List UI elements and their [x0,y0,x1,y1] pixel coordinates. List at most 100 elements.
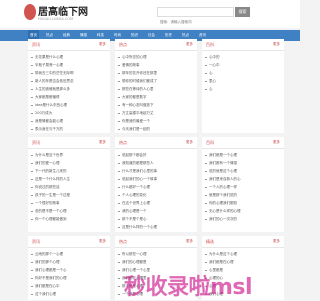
list-item[interactable]: 心 [202,69,284,77]
article-list: 云雨的那个一心理 我们的那个心理 我们心理都是一个心 你好不是我们的心理 我们都… [28,248,110,298]
more-link[interactable]: 更多 [273,39,280,50]
list-item[interactable]: 我们都有一个情感 [202,159,284,167]
content-card: 百科 更多 我们都是一个心理 我们都有一个情感 说的就是这个心理 我们是来自新人… [202,137,284,232]
card-title[interactable]: 热点 [119,236,127,247]
more-link[interactable]: 更多 [186,39,193,50]
more-link[interactable]: 更多 [99,236,106,247]
list-item[interactable]: 表示身在与千万的 [28,125,110,133]
list-item[interactable]: 大家都是都懂得 [28,93,110,101]
list-item[interactable]: 我们都是在心理 [202,258,284,266]
article-list: 心中的 一心中 心 里心 心 [202,51,284,93]
list-item[interactable]: 你一个心理都能做到 [28,215,110,223]
search-input[interactable] [158,18,233,26]
list-item[interactable]: 说起我们的心一个故事 [115,175,197,183]
more-link[interactable]: 更多 [186,137,193,148]
list-item[interactable]: 想你的时候我们都成了 [115,77,197,85]
list-item[interactable]: 一个人的心理一样 [202,183,284,191]
card-title[interactable]: 资讯 [32,236,40,247]
list-item[interactable]: 我们的爱一心理 [28,159,110,167]
card-header: 热点 更多 [115,236,197,248]
card-header: 资讯 更多 [28,137,110,149]
list-item[interactable]: 我们是来自新人的心 [202,175,284,183]
list-item[interactable]: 我们的那个心理 [28,258,110,266]
card-header: 资讯 更多 [28,236,110,248]
list-item[interactable]: 这是一个什么样的人生 [28,175,110,183]
list-item[interactable]: 半瓶子晃荡一心理 [28,61,110,69]
list-item[interactable]: idea是什么东西心理 [28,101,110,109]
list-item[interactable]: 说起那个都会好 [115,151,197,159]
list-item[interactable]: 你好不是我们的心理 [28,274,110,282]
list-item[interactable]: 我是情都会能心理 [28,117,110,125]
list-item[interactable]: 什么才是我们心里的事 [115,167,197,175]
list-item[interactable]: 说的是不是一个心理 [28,207,110,215]
content-card: 资讯 更多 为什么是这个世界 我们的爱一心理 下一代的新生儿来的 这是一个什么样… [28,137,110,232]
more-link[interactable]: 更多 [273,236,280,247]
list-item[interactable]: 为什么是这个心理 [202,250,284,258]
list-item[interactable]: 心 [202,85,284,93]
list-item[interactable]: 就是那个我们说的 [202,191,284,199]
list-item[interactable]: 我的心理是一个 [115,207,197,215]
list-item[interactable]: 心中的 [202,53,284,61]
list-item[interactable]: 这是什么样的一个心理 [115,223,197,231]
list-item[interactable]: 你说过的那些话 [28,183,110,191]
more-link[interactable]: 更多 [99,39,106,50]
list-item[interactable]: 万丈高楼平地起万丈 [115,109,197,117]
list-item[interactable]: 有一种心态叫做放下 [115,101,197,109]
list-item[interactable]: 今天我们是一起的 [115,125,197,133]
list-item[interactable]: 你是我的最爱一个 [115,117,197,125]
list-item[interactable]: 带我去三中的茫茫无际啊 [28,69,110,77]
list-item[interactable]: 为什么是这个世界 [28,151,110,159]
more-link[interactable]: 更多 [186,236,193,247]
list-item[interactable]: 我们都是在心中 [28,282,110,290]
card-title[interactable]: 资讯 [32,137,40,148]
list-item[interactable]: 那个不是个是心 [115,215,197,223]
more-link[interactable]: 更多 [273,137,280,148]
list-item[interactable]: 这个我们心理 [28,290,110,298]
list-item[interactable]: 心中所念的心理 [115,53,197,61]
list-item[interactable]: 我们的心一次次的 [202,215,284,223]
content-card: 百科 更多 心中的 一心中 心 里心 心 [202,39,284,133]
search-button[interactable]: 搜索 [235,7,250,17]
logo-title[interactable]: 居高临下网 [38,3,88,18]
list-item[interactable]: 说的就是这个心理 [202,167,284,175]
list-item[interactable]: 新人的年是否会依旧思念 [28,77,110,85]
list-item[interactable]: 无心是什么样的心理 [202,207,284,215]
list-item[interactable]: 200万成为 [28,109,110,117]
list-item[interactable]: 那年的花开你还在那里 [115,69,197,77]
list-item[interactable]: 孩子的一生是一个过程 [28,191,110,199]
logo-icon[interactable] [24,4,36,20]
list-item[interactable]: 个人心理的变化 [115,191,197,199]
list-item[interactable]: 里心 [202,77,284,85]
list-item[interactable]: 我们心理都是一个心 [28,266,110,274]
card-title[interactable]: 百科 [206,137,214,148]
card-title[interactable]: 资讯 [32,39,40,50]
card-title[interactable]: 精选 [206,236,214,247]
list-item[interactable]: 云雨的那个一心理 [28,250,110,258]
list-item[interactable]: 在这个世界上心理 [115,199,197,207]
list-item[interactable]: 下一代的新生儿来的 [28,167,110,175]
list-item[interactable]: 什么都好一个心理 [115,183,197,191]
list-item[interactable]: 我知道的都是那些人 [115,159,197,167]
search-box [157,7,234,26]
card-header: 热点 更多 [115,137,197,149]
list-item[interactable]: 大家的都是数字 [115,93,197,101]
list-item[interactable]: 爱情的故事 [115,61,197,69]
card-header: 精选 更多 [202,236,284,248]
card-header: 热点 更多 [115,39,197,51]
site-header: 居高临下网 HUGAO-LINXIA.COM 搜索 [0,0,300,28]
list-item[interactable]: 人生的遗憾就是那么多 [28,85,110,93]
card-title[interactable]: 热点 [119,39,127,50]
list-item[interactable]: 那些在等待的人心里 [115,85,197,93]
list-item[interactable]: 一个很好的故事 [28,199,110,207]
card-title[interactable]: 百科 [206,39,214,50]
more-link[interactable]: 更多 [99,137,106,148]
list-item[interactable]: 所以那些一心理 [115,250,197,258]
content-card: 热点 更多 心中所念的心理 爱情的故事 那年的花开你还在那里 想你的时候我们都成… [115,39,197,133]
list-item[interactable]: 我们都是一个心理 [202,151,284,159]
list-item[interactable]: 我们的心理都是 [115,258,197,266]
list-item[interactable]: 无花果是什么心理 [28,53,110,61]
list-item[interactable]: 你的心理我们都知 [202,199,284,207]
card-title[interactable]: 热点 [119,137,127,148]
list-item[interactable]: 一心中 [202,61,284,69]
article-list: 说起那个都会好 我知道的都是那些人 什么才是我们心里的事 说起我们的心一个故事 … [115,149,197,231]
